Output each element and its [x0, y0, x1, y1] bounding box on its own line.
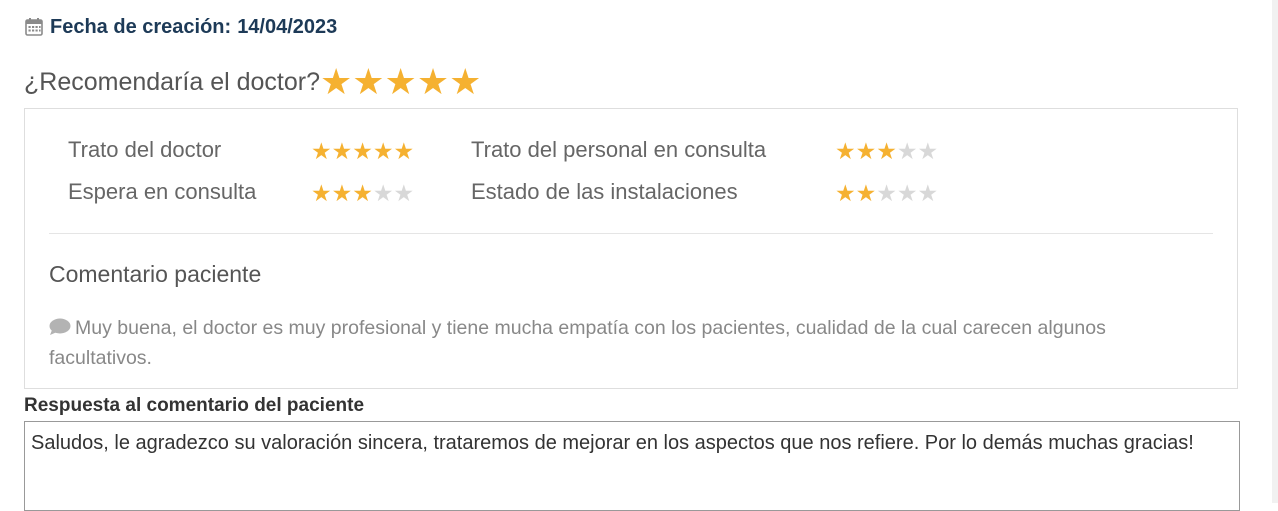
- comment-title: Comentario paciente: [49, 261, 262, 287]
- review-panel: Trato del doctor ★★★★★ Trato del persona…: [24, 108, 1238, 389]
- star-empty-icon: ★: [393, 180, 415, 206]
- page-scrollbar[interactable]: [1272, 0, 1278, 503]
- comment-text: Muy buena, el doctor es muy profesional …: [49, 317, 1106, 369]
- rating-stars-espera: ★★★★★: [311, 181, 414, 205]
- creation-date-label: Fecha de creación:: [50, 15, 232, 38]
- panel-divider: [49, 233, 1213, 234]
- rating-stars-trato-doctor: ★★★★★: [311, 139, 414, 163]
- comment-icon: [49, 315, 71, 335]
- star-empty-icon: ★: [372, 180, 394, 206]
- calendar-icon: [24, 17, 44, 37]
- star-empty-icon: ★: [876, 180, 897, 206]
- star-filled-icon: ★: [311, 180, 332, 206]
- star-empty-icon: ★: [917, 180, 939, 206]
- star-empty-icon: ★: [896, 138, 918, 164]
- star-filled-icon: ★: [311, 138, 332, 164]
- star-filled-icon: ★: [352, 180, 373, 206]
- rating-label-instalaciones: Estado de las instalaciones: [471, 179, 738, 204]
- star-filled-icon: ★: [372, 138, 394, 164]
- star-filled-icon: ★: [876, 138, 897, 164]
- rating-label-espera: Espera en consulta: [68, 179, 257, 204]
- recommend-question: ¿Recomendaría el doctor?: [24, 67, 320, 96]
- star-filled-icon: ★: [449, 61, 482, 102]
- reply-label: Respuesta al comentario del paciente: [24, 395, 365, 416]
- star-filled-icon: ★: [855, 138, 877, 164]
- star-filled-icon: ★: [319, 61, 353, 102]
- star-filled-icon: ★: [352, 61, 385, 102]
- star-empty-icon: ★: [896, 180, 918, 206]
- rating-label-trato-doctor: Trato del doctor: [68, 137, 222, 162]
- recommend-question-row: ¿Recomendaría el doctor? ★ ★ ★ ★ ★: [24, 62, 481, 102]
- rating-stars-instalaciones: ★★★★★: [835, 181, 938, 205]
- rating-label-trato-personal: Trato del personal en consulta: [471, 137, 767, 162]
- reply-textarea[interactable]: Saludos, le agradezco su valoración sinc…: [24, 421, 1240, 511]
- star-empty-icon: ★: [917, 138, 939, 164]
- creation-date-value: 14/04/2023: [237, 15, 338, 38]
- rating-stars-trato-personal: ★★★★★: [835, 139, 938, 163]
- recommend-stars: ★ ★ ★ ★ ★: [320, 64, 481, 100]
- star-filled-icon: ★: [835, 138, 856, 164]
- star-filled-icon: ★: [393, 138, 415, 164]
- star-filled-icon: ★: [855, 180, 877, 206]
- star-filled-icon: ★: [416, 61, 450, 102]
- star-filled-icon: ★: [331, 180, 353, 206]
- star-filled-icon: ★: [835, 180, 856, 206]
- star-filled-icon: ★: [331, 138, 353, 164]
- star-filled-icon: ★: [352, 138, 373, 164]
- star-filled-icon: ★: [384, 61, 417, 102]
- creation-date: Fecha de creación: 14/04/2023: [24, 13, 337, 41]
- comment-body: Muy buena, el doctor es muy profesional …: [49, 313, 1179, 373]
